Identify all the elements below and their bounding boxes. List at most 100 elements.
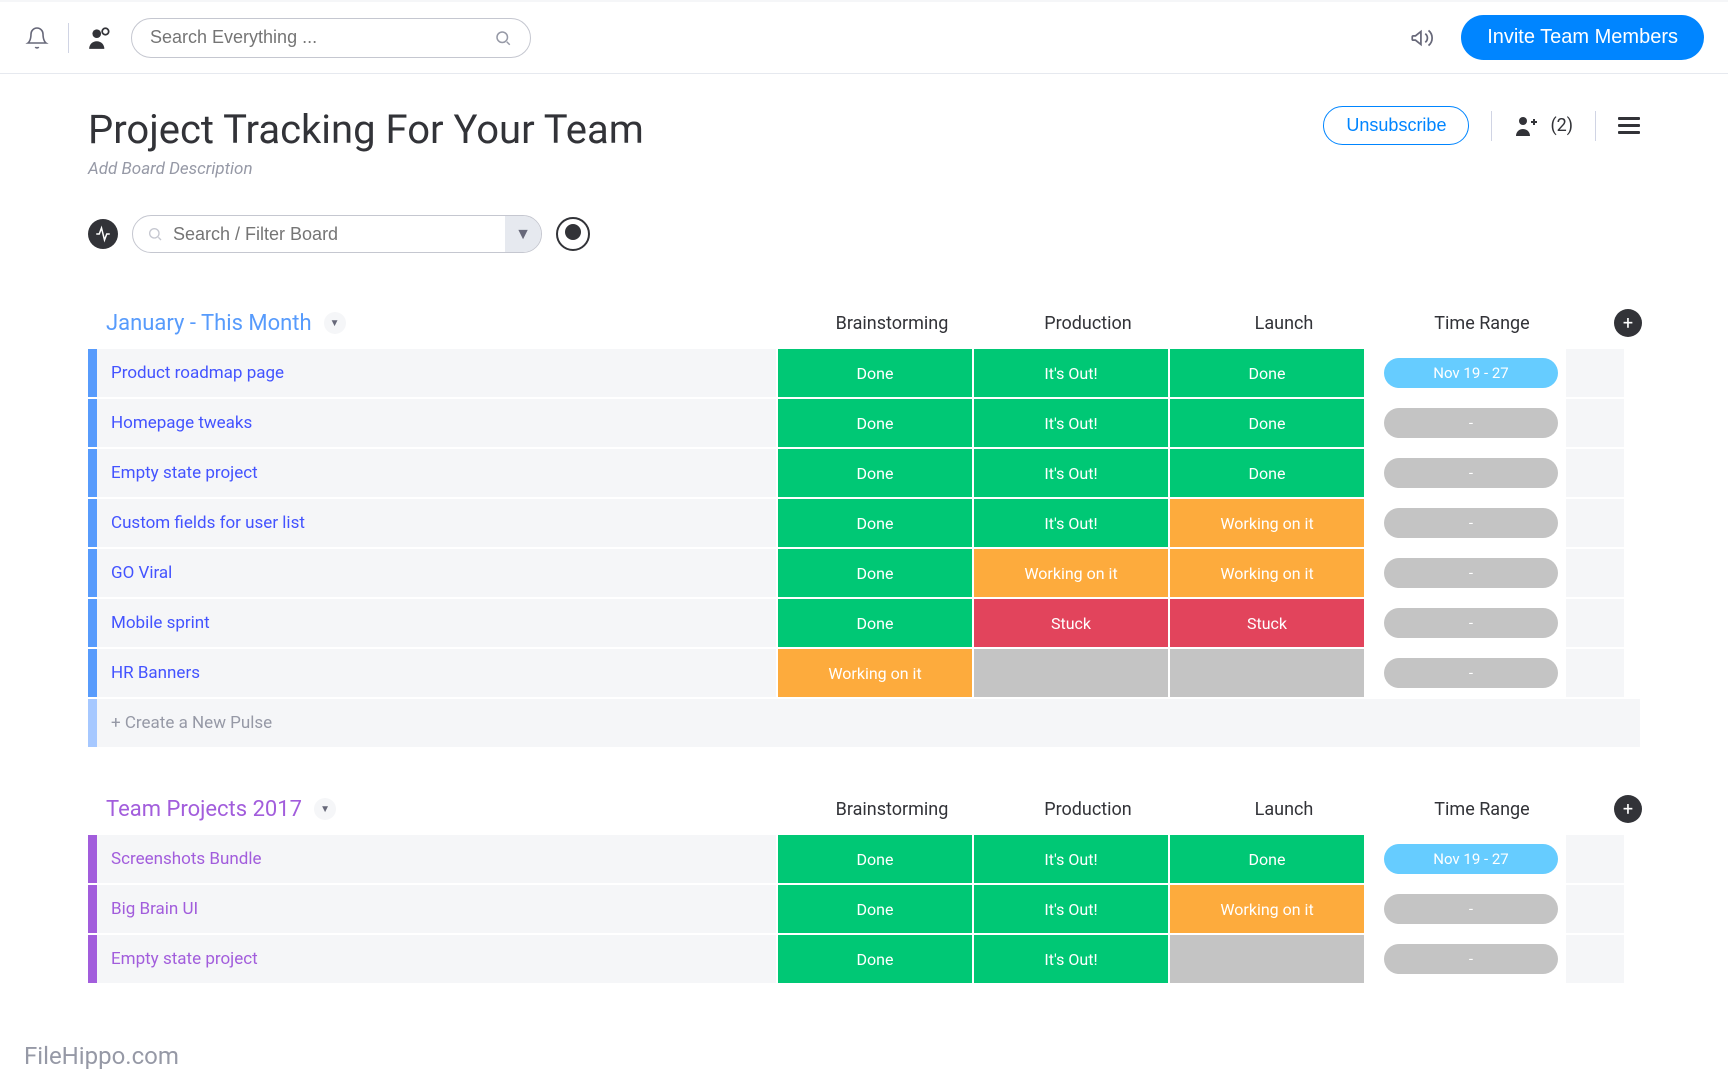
person-filter[interactable] — [556, 217, 590, 251]
time-cell[interactable]: - — [1378, 649, 1564, 697]
page-subtitle[interactable]: Add Board Description — [88, 159, 644, 179]
column-header[interactable]: Production — [990, 313, 1186, 334]
row-label[interactable]: Screenshots Bundle — [111, 849, 262, 869]
status-cell[interactable]: Done — [1170, 399, 1364, 447]
time-pill[interactable]: Nov 19 - 27 — [1384, 358, 1558, 388]
status-cell[interactable]: Done — [1170, 349, 1364, 397]
menu-icon[interactable] — [1618, 117, 1640, 134]
status-cell[interactable]: Working on it — [1170, 885, 1364, 933]
status-cell[interactable]: Stuck — [1170, 599, 1364, 647]
time-cell[interactable]: - — [1378, 449, 1564, 497]
status-cell[interactable]: Done — [778, 549, 972, 597]
create-pulse[interactable]: + Create a New Pulse — [88, 699, 1640, 747]
status-cell[interactable] — [1170, 649, 1364, 697]
bell-icon[interactable] — [24, 25, 50, 51]
status-cell[interactable]: Done — [778, 835, 972, 883]
column-header[interactable]: Brainstorming — [794, 799, 990, 820]
table-row[interactable]: Mobile sprint DoneStuckStuck - — [88, 599, 1640, 647]
status-cell[interactable]: It's Out! — [974, 449, 1168, 497]
add-column-button[interactable]: + — [1614, 795, 1642, 823]
status-cell[interactable] — [974, 649, 1168, 697]
time-pill[interactable]: - — [1384, 508, 1558, 538]
status-cell[interactable]: Done — [1170, 449, 1364, 497]
row-name[interactable]: GO Viral — [88, 549, 776, 597]
invite-button[interactable]: Invite Team Members — [1461, 15, 1704, 60]
time-pill[interactable]: Nov 19 - 27 — [1384, 844, 1558, 874]
status-cell[interactable]: Done — [778, 349, 972, 397]
search-input[interactable] — [150, 27, 494, 48]
row-label[interactable]: GO Viral — [111, 563, 172, 583]
status-cell[interactable]: It's Out! — [974, 499, 1168, 547]
time-pill[interactable]: - — [1384, 458, 1558, 488]
table-row[interactable]: HR Banners Working on it - — [88, 649, 1640, 697]
status-cell[interactable]: Done — [778, 399, 972, 447]
time-pill[interactable]: - — [1384, 608, 1558, 638]
status-cell[interactable]: Working on it — [1170, 499, 1364, 547]
row-label[interactable]: Empty state project — [111, 463, 258, 483]
status-cell[interactable]: Done — [778, 599, 972, 647]
row-name[interactable]: HR Banners — [88, 649, 776, 697]
table-row[interactable]: Custom fields for user list DoneIt's Out… — [88, 499, 1640, 547]
row-name[interactable]: Screenshots Bundle — [88, 835, 776, 883]
row-name[interactable]: Empty state project — [88, 449, 776, 497]
status-cell[interactable] — [1170, 935, 1364, 983]
status-cell[interactable]: It's Out! — [974, 349, 1168, 397]
status-cell[interactable]: Working on it — [974, 549, 1168, 597]
status-cell[interactable]: Working on it — [778, 649, 972, 697]
group-title[interactable]: Team Projects 2017 — [106, 797, 302, 822]
add-column-button[interactable]: + — [1614, 309, 1642, 337]
status-cell[interactable]: It's Out! — [974, 399, 1168, 447]
row-name[interactable]: Big Brain UI — [88, 885, 776, 933]
status-cell[interactable]: Done — [778, 885, 972, 933]
time-cell[interactable]: - — [1378, 599, 1564, 647]
time-cell[interactable]: Nov 19 - 27 — [1378, 835, 1564, 883]
time-pill[interactable]: - — [1384, 408, 1558, 438]
table-row[interactable]: Homepage tweaks DoneIt's Out!Done - — [88, 399, 1640, 447]
row-label[interactable]: Big Brain UI — [111, 899, 198, 919]
filter-input[interactable] — [173, 224, 505, 245]
column-header[interactable]: Launch — [1186, 313, 1382, 334]
global-search[interactable] — [131, 18, 531, 58]
time-cell[interactable]: - — [1378, 935, 1564, 983]
column-header[interactable]: Production — [990, 799, 1186, 820]
column-header[interactable]: Time Range — [1382, 799, 1582, 820]
group-title[interactable]: January - This Month — [106, 311, 312, 336]
row-label[interactable]: Homepage tweaks — [111, 413, 252, 433]
column-header[interactable]: Brainstorming — [794, 313, 990, 334]
time-pill[interactable]: - — [1384, 894, 1558, 924]
team-icon[interactable] — [87, 25, 113, 51]
table-row[interactable]: Product roadmap page DoneIt's Out!Done N… — [88, 349, 1640, 397]
filter-dropdown[interactable]: ▼ — [505, 216, 541, 252]
status-cell[interactable]: Done — [778, 449, 972, 497]
row-name[interactable]: Homepage tweaks — [88, 399, 776, 447]
megaphone-icon[interactable] — [1409, 25, 1435, 51]
time-pill[interactable]: - — [1384, 944, 1558, 974]
chevron-down-icon[interactable]: ▼ — [324, 312, 346, 334]
filter-board[interactable]: ▼ — [132, 215, 542, 253]
time-pill[interactable]: - — [1384, 558, 1558, 588]
table-row[interactable]: Empty state project DoneIt's Out! - — [88, 935, 1640, 983]
row-label[interactable]: Mobile sprint — [111, 613, 210, 633]
row-label[interactable]: Custom fields for user list — [111, 513, 305, 533]
status-cell[interactable]: It's Out! — [974, 935, 1168, 983]
status-cell[interactable]: Done — [1170, 835, 1364, 883]
time-pill[interactable]: - — [1384, 658, 1558, 688]
status-cell[interactable]: It's Out! — [974, 885, 1168, 933]
column-header[interactable]: Time Range — [1382, 313, 1582, 334]
table-row[interactable]: Big Brain UI DoneIt's Out!Working on it … — [88, 885, 1640, 933]
row-name[interactable]: Product roadmap page — [88, 349, 776, 397]
row-name[interactable]: Custom fields for user list — [88, 499, 776, 547]
time-cell[interactable]: - — [1378, 885, 1564, 933]
chevron-down-icon[interactable]: ▼ — [314, 798, 336, 820]
status-cell[interactable]: It's Out! — [974, 835, 1168, 883]
group-title-wrap[interactable]: January - This Month ▼ — [106, 311, 794, 336]
row-name[interactable]: Mobile sprint — [88, 599, 776, 647]
status-cell[interactable]: Stuck — [974, 599, 1168, 647]
row-label[interactable]: Empty state project — [111, 949, 258, 969]
unsubscribe-button[interactable]: Unsubscribe — [1323, 106, 1469, 145]
status-cell[interactable]: Done — [778, 935, 972, 983]
member-count[interactable]: (2) — [1514, 114, 1573, 138]
status-cell[interactable]: Done — [778, 499, 972, 547]
table-row[interactable]: GO Viral DoneWorking on itWorking on it … — [88, 549, 1640, 597]
row-label[interactable]: HR Banners — [111, 663, 200, 683]
